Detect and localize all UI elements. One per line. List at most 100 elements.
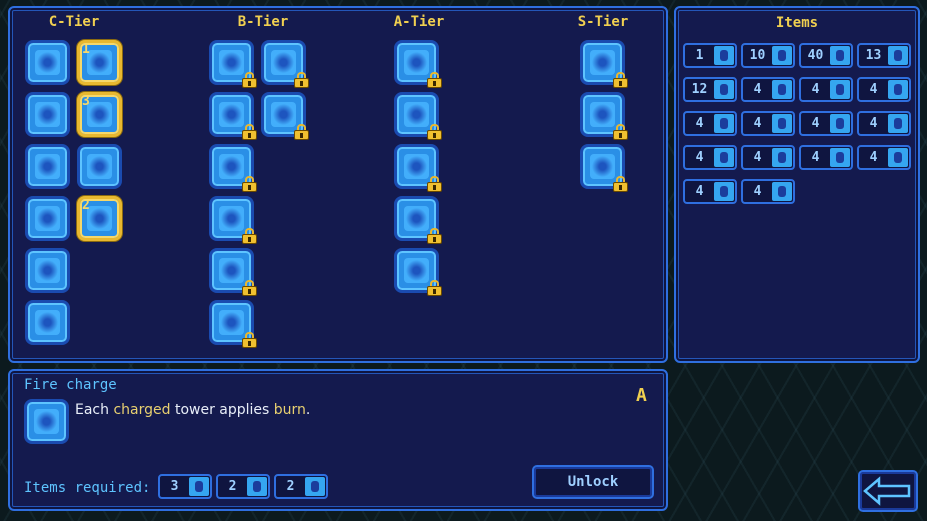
item-count: 13 <box>865 48 882 63</box>
splash-skill-icon <box>219 50 244 75</box>
skill-pillar[interactable] <box>580 92 628 140</box>
required-item: 2 <box>216 474 270 499</box>
item-slot[interactable]: 4 <box>741 145 795 170</box>
spring-icon <box>189 477 209 496</box>
skill-explosion[interactable] <box>261 40 309 88</box>
skill-percent[interactable] <box>25 300 70 345</box>
feather-icon <box>888 114 908 133</box>
skill-crystal[interactable] <box>580 144 628 192</box>
items-title: Items <box>775 15 819 31</box>
item-count: 4 <box>869 150 878 165</box>
claw-icon <box>772 182 792 201</box>
item-slot[interactable]: 4 <box>741 111 795 136</box>
skill-mask[interactable] <box>580 40 628 88</box>
skill-level: 2 <box>82 198 90 213</box>
skill-name: Fire charge <box>24 377 117 393</box>
skill-burst[interactable] <box>25 92 70 137</box>
lock-icon <box>613 124 628 140</box>
drum-skill-icon <box>87 50 112 75</box>
keyword: charged <box>113 402 171 418</box>
web-skill-icon <box>87 102 112 127</box>
compass-skill-icon <box>219 154 244 179</box>
desc-text: Each <box>75 402 114 418</box>
item-count: 4 <box>811 116 820 131</box>
brain-skill-icon <box>35 258 60 283</box>
fire-charge-skill-icon <box>404 258 429 283</box>
skill-web[interactable]: 3 <box>77 92 122 137</box>
tier-title: B-Tier <box>237 14 289 30</box>
lock-icon <box>427 124 442 140</box>
item-count: 4 <box>753 82 762 97</box>
spring-icon <box>714 114 734 133</box>
crystal-skill-icon <box>590 154 615 179</box>
item-count: 4 <box>695 184 704 199</box>
skill-claw[interactable] <box>394 92 442 140</box>
skill-chest[interactable] <box>209 248 257 296</box>
lock-icon <box>242 332 257 348</box>
item-count: 40 <box>807 48 824 63</box>
chest-skill-icon <box>219 258 244 283</box>
lock-icon <box>427 228 442 244</box>
skill-splash[interactable] <box>209 40 257 88</box>
brain-icon <box>772 46 792 65</box>
item-slot[interactable]: 4 <box>741 179 795 204</box>
bug-icon <box>772 80 792 99</box>
unlock-button[interactable]: Unlock <box>532 465 654 499</box>
skill-lightning[interactable] <box>261 92 309 140</box>
skill-level: 1 <box>82 42 90 57</box>
item-slot[interactable]: 4 <box>683 145 737 170</box>
sun-skill-icon <box>35 206 60 231</box>
crystal-icon <box>830 80 850 99</box>
skill-sun[interactable] <box>25 196 70 241</box>
lock-icon <box>427 280 442 296</box>
lock-icon <box>242 176 257 192</box>
lock-icon <box>242 280 257 296</box>
lock-icon <box>427 72 442 88</box>
lock-icon <box>242 72 257 88</box>
skill-ring[interactable] <box>394 144 442 192</box>
skill-flame[interactable] <box>209 300 257 348</box>
items-required-label: Items required: <box>24 480 151 496</box>
item-slot[interactable]: 10 <box>741 43 795 68</box>
item-slot[interactable]: 4 <box>799 145 853 170</box>
item-slot[interactable]: 40 <box>799 43 853 68</box>
shield-icon <box>714 182 734 201</box>
skill-description: Each charged tower applies burn. <box>75 402 310 418</box>
skill-circuit[interactable] <box>77 144 122 189</box>
item-slot[interactable]: 4 <box>857 111 911 136</box>
item-slot[interactable]: 4 <box>857 77 911 102</box>
item-slot[interactable]: 4 <box>683 111 737 136</box>
skill-brain[interactable] <box>25 248 70 293</box>
item-slot[interactable]: 4 <box>857 145 911 170</box>
skill-compass[interactable] <box>209 144 257 192</box>
item-slot[interactable]: 4 <box>741 77 795 102</box>
item-slot[interactable]: 4 <box>683 179 737 204</box>
required-item: 2 <box>274 474 328 499</box>
parchment-icon <box>247 477 267 496</box>
skill-battery[interactable] <box>25 40 70 85</box>
item-count: 4 <box>811 150 820 165</box>
required-count: 3 <box>170 479 179 494</box>
skill-web[interactable] <box>209 92 257 140</box>
skill-spark[interactable] <box>394 40 442 88</box>
item-slot[interactable]: 13 <box>857 43 911 68</box>
item-count: 4 <box>869 116 878 131</box>
item-count: 4 <box>753 184 762 199</box>
item-slot[interactable]: 4 <box>799 111 853 136</box>
skill-wave[interactable]: 2 <box>77 196 122 241</box>
item-slot[interactable]: 4 <box>799 77 853 102</box>
required-item: 3 <box>158 474 212 499</box>
lock-icon <box>613 72 628 88</box>
skill-drum[interactable]: 1 <box>77 40 122 85</box>
item-slot[interactable]: 1 <box>683 43 737 68</box>
skill-fire-charge[interactable] <box>394 248 442 296</box>
lock-icon <box>242 228 257 244</box>
lightning-skill-icon <box>271 102 296 127</box>
shield-skill-icon <box>404 206 429 231</box>
back-button[interactable] <box>858 470 918 512</box>
skill-shield[interactable] <box>394 196 442 244</box>
item-count: 4 <box>753 150 762 165</box>
skill-gear[interactable] <box>209 196 257 244</box>
item-slot[interactable]: 12 <box>683 77 737 102</box>
skill-slot-machine[interactable] <box>25 144 70 189</box>
